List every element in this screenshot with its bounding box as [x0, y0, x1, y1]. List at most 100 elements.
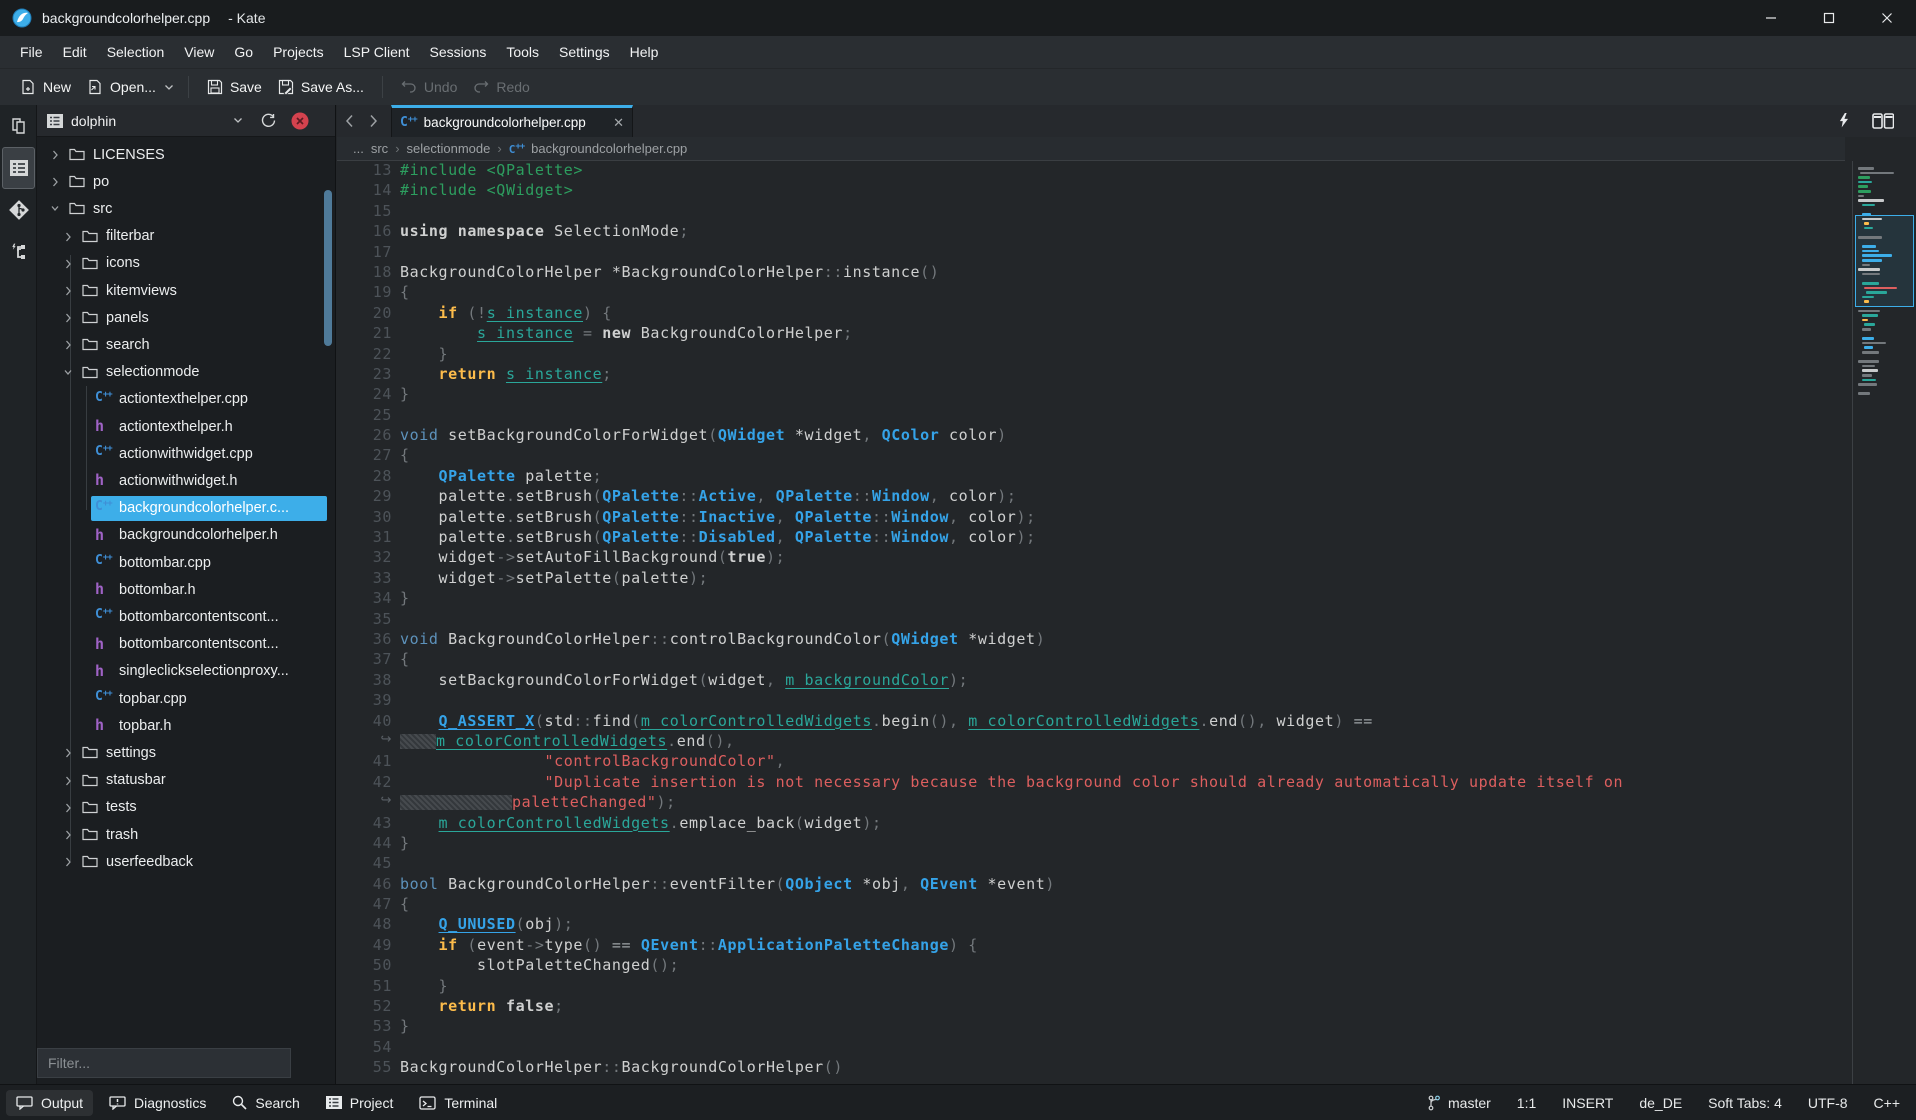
project-close-icon[interactable]	[291, 112, 309, 130]
sidebar-documents-icon[interactable]	[0, 105, 37, 147]
menu-edit[interactable]: Edit	[53, 39, 97, 65]
language-status[interactable]: C++	[1874, 1095, 1900, 1111]
chevron-right-icon[interactable]	[64, 829, 72, 841]
code-line[interactable]: 53}	[337, 1017, 1852, 1037]
chevron-right-icon[interactable]	[64, 231, 72, 243]
tree-item-settings[interactable]: settings	[37, 739, 335, 766]
code-line[interactable]: ↪paletteChanged");	[337, 793, 1852, 813]
code-line[interactable]: ↪m_colorControlledWidgets.end(),	[337, 732, 1852, 752]
code-line[interactable]: 28 QPalette palette;	[337, 467, 1852, 487]
save-button[interactable]: Save	[199, 74, 270, 100]
tree-item-bottombar-h[interactable]: hbottombar.h	[37, 576, 335, 603]
tree-item-actiontexthelper-cpp[interactable]: C++actiontexthelper.cpp	[37, 386, 335, 413]
tree-item-topbar-h[interactable]: htopbar.h	[37, 712, 335, 739]
chevron-right-icon[interactable]	[64, 285, 72, 297]
menu-lsp-client[interactable]: LSP Client	[334, 39, 420, 65]
diagnostics-panel-button[interactable]: Diagnostics	[99, 1090, 216, 1116]
open-button[interactable]: Open...	[79, 74, 164, 100]
menu-sessions[interactable]: Sessions	[420, 39, 497, 65]
tree-item-actionwithwidget-h[interactable]: hactionwithwidget.h	[37, 467, 335, 494]
sidebar-git-icon[interactable]	[0, 189, 37, 231]
tree-item-userfeedback[interactable]: userfeedback	[37, 848, 335, 875]
minimap-scrollbar[interactable]	[1852, 161, 1916, 1084]
code-line[interactable]: 38 setBackgroundColorForWidget(widget, m…	[337, 671, 1852, 691]
code-line[interactable]: 51 }	[337, 977, 1852, 997]
save-as-button[interactable]: Save As...	[270, 74, 372, 100]
tree-item-po[interactable]: po	[37, 168, 335, 195]
chevron-right-icon[interactable]	[64, 258, 72, 270]
code-line[interactable]: 33 widget->setPalette(palette);	[337, 569, 1852, 589]
code-line[interactable]: 48 Q_UNUSED(obj);	[337, 915, 1852, 935]
tree-item-src[interactable]: src	[37, 195, 335, 222]
input-mode-status[interactable]: INSERT	[1562, 1095, 1613, 1111]
tree-item-trash[interactable]: trash	[37, 821, 335, 848]
tree-item-statusbar[interactable]: statusbar	[37, 767, 335, 794]
tree-item-kitemviews[interactable]: kitemviews	[37, 277, 335, 304]
tree-item-actiontexthelper-h[interactable]: hactiontexthelper.h	[37, 413, 335, 440]
code-line[interactable]: 37{	[337, 650, 1852, 670]
breadcrumb-folder-src[interactable]: src	[371, 141, 388, 156]
tree-item-bottombarcontentscont-[interactable]: C++bottombarcontentscont...	[37, 603, 335, 630]
cursor-position-status[interactable]: 1:1	[1517, 1095, 1536, 1111]
git-branch-status[interactable]: master	[1427, 1095, 1491, 1111]
menu-file[interactable]: File	[10, 39, 53, 65]
code-line[interactable]: 54	[337, 1038, 1852, 1058]
code-line[interactable]: 27{	[337, 446, 1852, 466]
output-panel-button[interactable]: Output	[6, 1090, 93, 1116]
code-line[interactable]: 22 }	[337, 345, 1852, 365]
code-line[interactable]: 29 palette.setBrush(QPalette::Active, QP…	[337, 487, 1852, 507]
code-view[interactable]: 13#include <QPalette>14#include <QWidget…	[337, 161, 1852, 1084]
code-line[interactable]: 16using namespace SelectionMode;	[337, 222, 1852, 242]
code-line[interactable]: 52 return false;	[337, 997, 1852, 1017]
tree-item-bottombar-cpp[interactable]: C++bottombar.cpp	[37, 549, 335, 576]
code-line[interactable]: 41 "controlBackgroundColor",	[337, 752, 1852, 772]
tree-item-actionwithwidget-cpp[interactable]: C++actionwithwidget.cpp	[37, 440, 335, 467]
code-line[interactable]: 31 palette.setBrush(QPalette::Disabled, …	[337, 528, 1852, 548]
tree-item-panels[interactable]: panels	[37, 304, 335, 331]
dictionary-status[interactable]: de_DE	[1639, 1095, 1682, 1111]
tree-scrollbar[interactable]	[324, 190, 332, 346]
tree-item-search[interactable]: search	[37, 331, 335, 358]
code-line[interactable]: 30 palette.setBrush(QPalette::Inactive, …	[337, 508, 1852, 528]
code-line[interactable]: 50 slotPaletteChanged();	[337, 956, 1852, 976]
tree-item-singleclickselectionproxy-[interactable]: hsingleclickselectionproxy...	[37, 658, 335, 685]
chevron-right-icon[interactable]	[64, 856, 72, 868]
tab-mode-status[interactable]: Soft Tabs: 4	[1708, 1095, 1782, 1111]
code-line[interactable]: 39	[337, 691, 1852, 711]
code-line[interactable]: 32 widget->setAutoFillBackground(true);	[337, 548, 1852, 568]
code-line[interactable]: 46bool BackgroundColorHelper::eventFilte…	[337, 875, 1852, 895]
tree-item-backgroundcolorhelper-h[interactable]: hbackgroundcolorhelper.h	[37, 522, 335, 549]
code-line[interactable]: 24}	[337, 385, 1852, 405]
code-line[interactable]: 40 Q_ASSERT_X(std::find(m_colorControlle…	[337, 712, 1852, 732]
chevron-right-icon[interactable]	[64, 339, 72, 351]
project-refresh-icon[interactable]	[260, 112, 277, 129]
search-panel-button[interactable]: Search	[222, 1090, 309, 1116]
tree-item-backgroundcolorhelper-c-[interactable]: C++backgroundcolorhelper.c...	[37, 495, 335, 522]
split-view-icon[interactable]	[1872, 113, 1894, 129]
terminal-panel-button[interactable]: Terminal	[409, 1090, 507, 1116]
code-line[interactable]: 18BackgroundColorHelper *BackgroundColor…	[337, 263, 1852, 283]
code-line[interactable]: 20 if (!s_instance) {	[337, 304, 1852, 324]
quick-open-lightning-icon[interactable]	[1839, 113, 1850, 129]
code-line[interactable]: 47{	[337, 895, 1852, 915]
code-line[interactable]: 55BackgroundColorHelper::BackgroundColor…	[337, 1058, 1852, 1078]
chevron-down-icon[interactable]	[51, 203, 59, 215]
breadcrumb-folder-selectionmode[interactable]: selectionmode	[407, 141, 491, 156]
chevron-right-icon[interactable]	[64, 747, 72, 759]
chevron-right-icon[interactable]	[51, 149, 59, 161]
new-button[interactable]: New	[12, 74, 79, 100]
history-forward-icon[interactable]	[361, 105, 385, 137]
menu-selection[interactable]: Selection	[97, 39, 175, 65]
code-line[interactable]: 49 if (event->type() == QEvent::Applicat…	[337, 936, 1852, 956]
encoding-status[interactable]: UTF-8	[1808, 1095, 1848, 1111]
tree-item-filterbar[interactable]: filterbar	[37, 223, 335, 250]
menu-help[interactable]: Help	[620, 39, 669, 65]
tree-item-bottombarcontentscont-[interactable]: hbottombarcontentscont...	[37, 631, 335, 658]
code-line[interactable]: 21 s_instance = new BackgroundColorHelpe…	[337, 324, 1852, 344]
code-line[interactable]: 15	[337, 202, 1852, 222]
code-line[interactable]: 23 return s_instance;	[337, 365, 1852, 385]
close-button[interactable]	[1858, 0, 1916, 36]
code-line[interactable]: 26void setBackgroundColorForWidget(QWidg…	[337, 426, 1852, 446]
menu-projects[interactable]: Projects	[263, 39, 334, 65]
menu-settings[interactable]: Settings	[549, 39, 620, 65]
